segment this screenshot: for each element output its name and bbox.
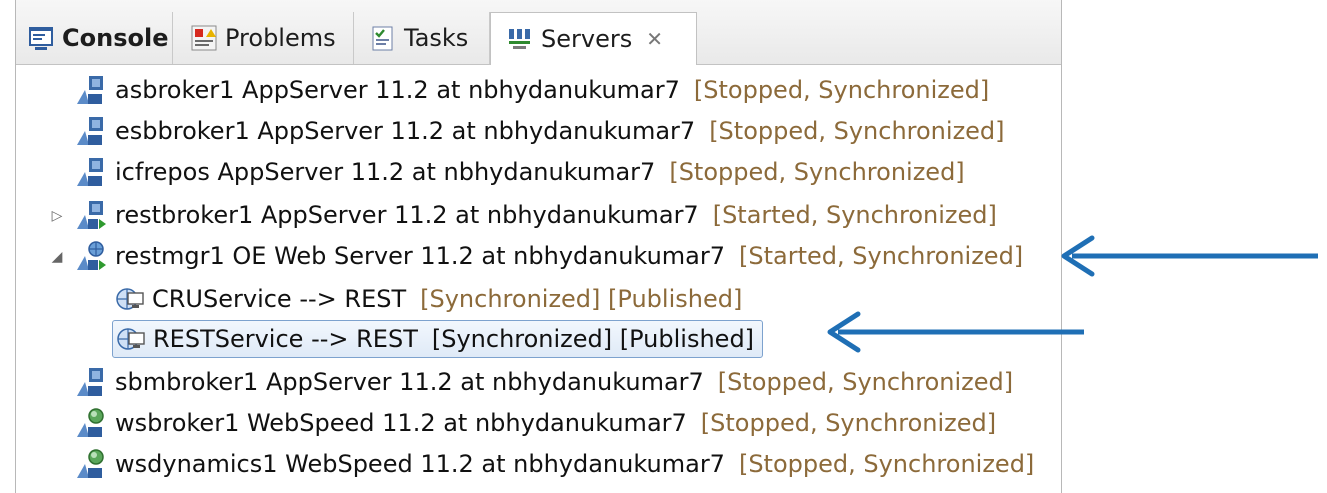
server-name: sbmbroker1 AppServer 11.2 at nbhydanukum… bbox=[115, 368, 704, 396]
annotation-arrow-icon bbox=[827, 311, 1084, 353]
expand-icon[interactable]: ▷ bbox=[50, 208, 64, 224]
server-status: [Stopped, Synchronized] bbox=[738, 450, 1035, 478]
server-row[interactable]: wsbroker1 WebSpeed 11.2 at nbhydanukumar… bbox=[75, 404, 996, 442]
webserver-started-icon bbox=[77, 241, 106, 270]
appserver-icon bbox=[77, 158, 103, 186]
server-row[interactable]: sbmbroker1 AppServer 11.2 at nbhydanukum… bbox=[75, 363, 1013, 401]
service-status: [Synchronized] [Published] bbox=[420, 285, 743, 313]
server-row[interactable]: icfrepos AppServer 11.2 at nbhydanukumar… bbox=[75, 153, 965, 191]
service-row[interactable]: CRUService --> REST [Synchronized] [Publ… bbox=[116, 280, 742, 318]
tab-label: Tasks bbox=[404, 24, 469, 52]
webspeed-icon bbox=[77, 408, 104, 437]
service-icon bbox=[116, 288, 144, 310]
server-row[interactable]: restmgr1 OE Web Server 11.2 at nbhydanuk… bbox=[75, 237, 1023, 275]
server-status: [Stopped, Synchronized] bbox=[709, 117, 1005, 145]
tab-label: Servers bbox=[541, 25, 633, 53]
close-icon[interactable]: ✕ bbox=[646, 27, 663, 51]
tab-servers[interactable]: Servers ✕ bbox=[490, 12, 697, 65]
server-status: [Started, Synchronized] bbox=[712, 201, 997, 229]
appserver-icon bbox=[77, 76, 103, 104]
server-name: restmgr1 OE Web Server 11.2 at nbhydanuk… bbox=[115, 242, 725, 270]
server-name: wsdynamics1 WebSpeed 11.2 at nbhydanukum… bbox=[115, 450, 725, 478]
webspeed-icon bbox=[77, 449, 104, 478]
server-row[interactable]: restbroker1 AppServer 11.2 at nbhydanuku… bbox=[75, 196, 997, 234]
server-name: esbbroker1 AppServer 11.2 at nbhydanukum… bbox=[115, 117, 696, 145]
server-status: [Stopped, Synchronized] bbox=[717, 368, 1014, 396]
service-icon bbox=[117, 328, 145, 350]
appserver-icon bbox=[77, 117, 103, 145]
service-name: RESTService --> REST bbox=[153, 325, 418, 353]
tab-label: Problems bbox=[225, 24, 336, 52]
tasks-icon bbox=[372, 26, 393, 51]
tab-problems[interactable]: Problems bbox=[173, 12, 354, 64]
tab-label: Console bbox=[62, 24, 169, 52]
problems-icon bbox=[191, 25, 217, 51]
server-name: icfrepos AppServer 11.2 at nbhydanukumar… bbox=[115, 158, 656, 186]
server-name: wsbroker1 WebSpeed 11.2 at nbhydanukumar… bbox=[115, 409, 687, 437]
server-row[interactable]: asbroker1 AppServer 11.2 at nbhydanukuma… bbox=[75, 71, 989, 109]
server-status: [Started, Synchronized] bbox=[739, 242, 1024, 270]
server-status: [Stopped, Synchronized] bbox=[700, 409, 997, 437]
appserver-icon bbox=[77, 368, 103, 396]
console-icon bbox=[29, 27, 53, 50]
service-name: CRUService --> REST bbox=[152, 285, 407, 313]
server-status: [Stopped, Synchronized] bbox=[669, 158, 965, 186]
servers-icon bbox=[509, 29, 530, 49]
appserver-started-icon bbox=[77, 201, 106, 229]
collapse-icon[interactable]: ◢ bbox=[50, 249, 64, 265]
annotation-arrow-icon bbox=[1061, 235, 1318, 277]
view-tab-bar: Console Problems Tasks Servers ✕ bbox=[16, 0, 1061, 65]
server-name: restbroker1 AppServer 11.2 at nbhydanuku… bbox=[115, 201, 699, 229]
server-status: [Stopped, Synchronized] bbox=[693, 76, 990, 104]
service-status: [Synchronized] [Published] bbox=[431, 325, 755, 353]
server-row[interactable]: esbbroker1 AppServer 11.2 at nbhydanukum… bbox=[75, 112, 1005, 150]
tab-console[interactable]: Console bbox=[16, 12, 173, 64]
service-row-selected[interactable]: RESTService --> REST [Synchronized] [Pub… bbox=[112, 320, 764, 358]
server-row[interactable]: wsdynamics1 WebSpeed 11.2 at nbhydanukum… bbox=[75, 445, 1034, 483]
server-name: asbroker1 AppServer 11.2 at nbhydanukuma… bbox=[115, 76, 680, 104]
tab-tasks[interactable]: Tasks bbox=[354, 12, 490, 64]
